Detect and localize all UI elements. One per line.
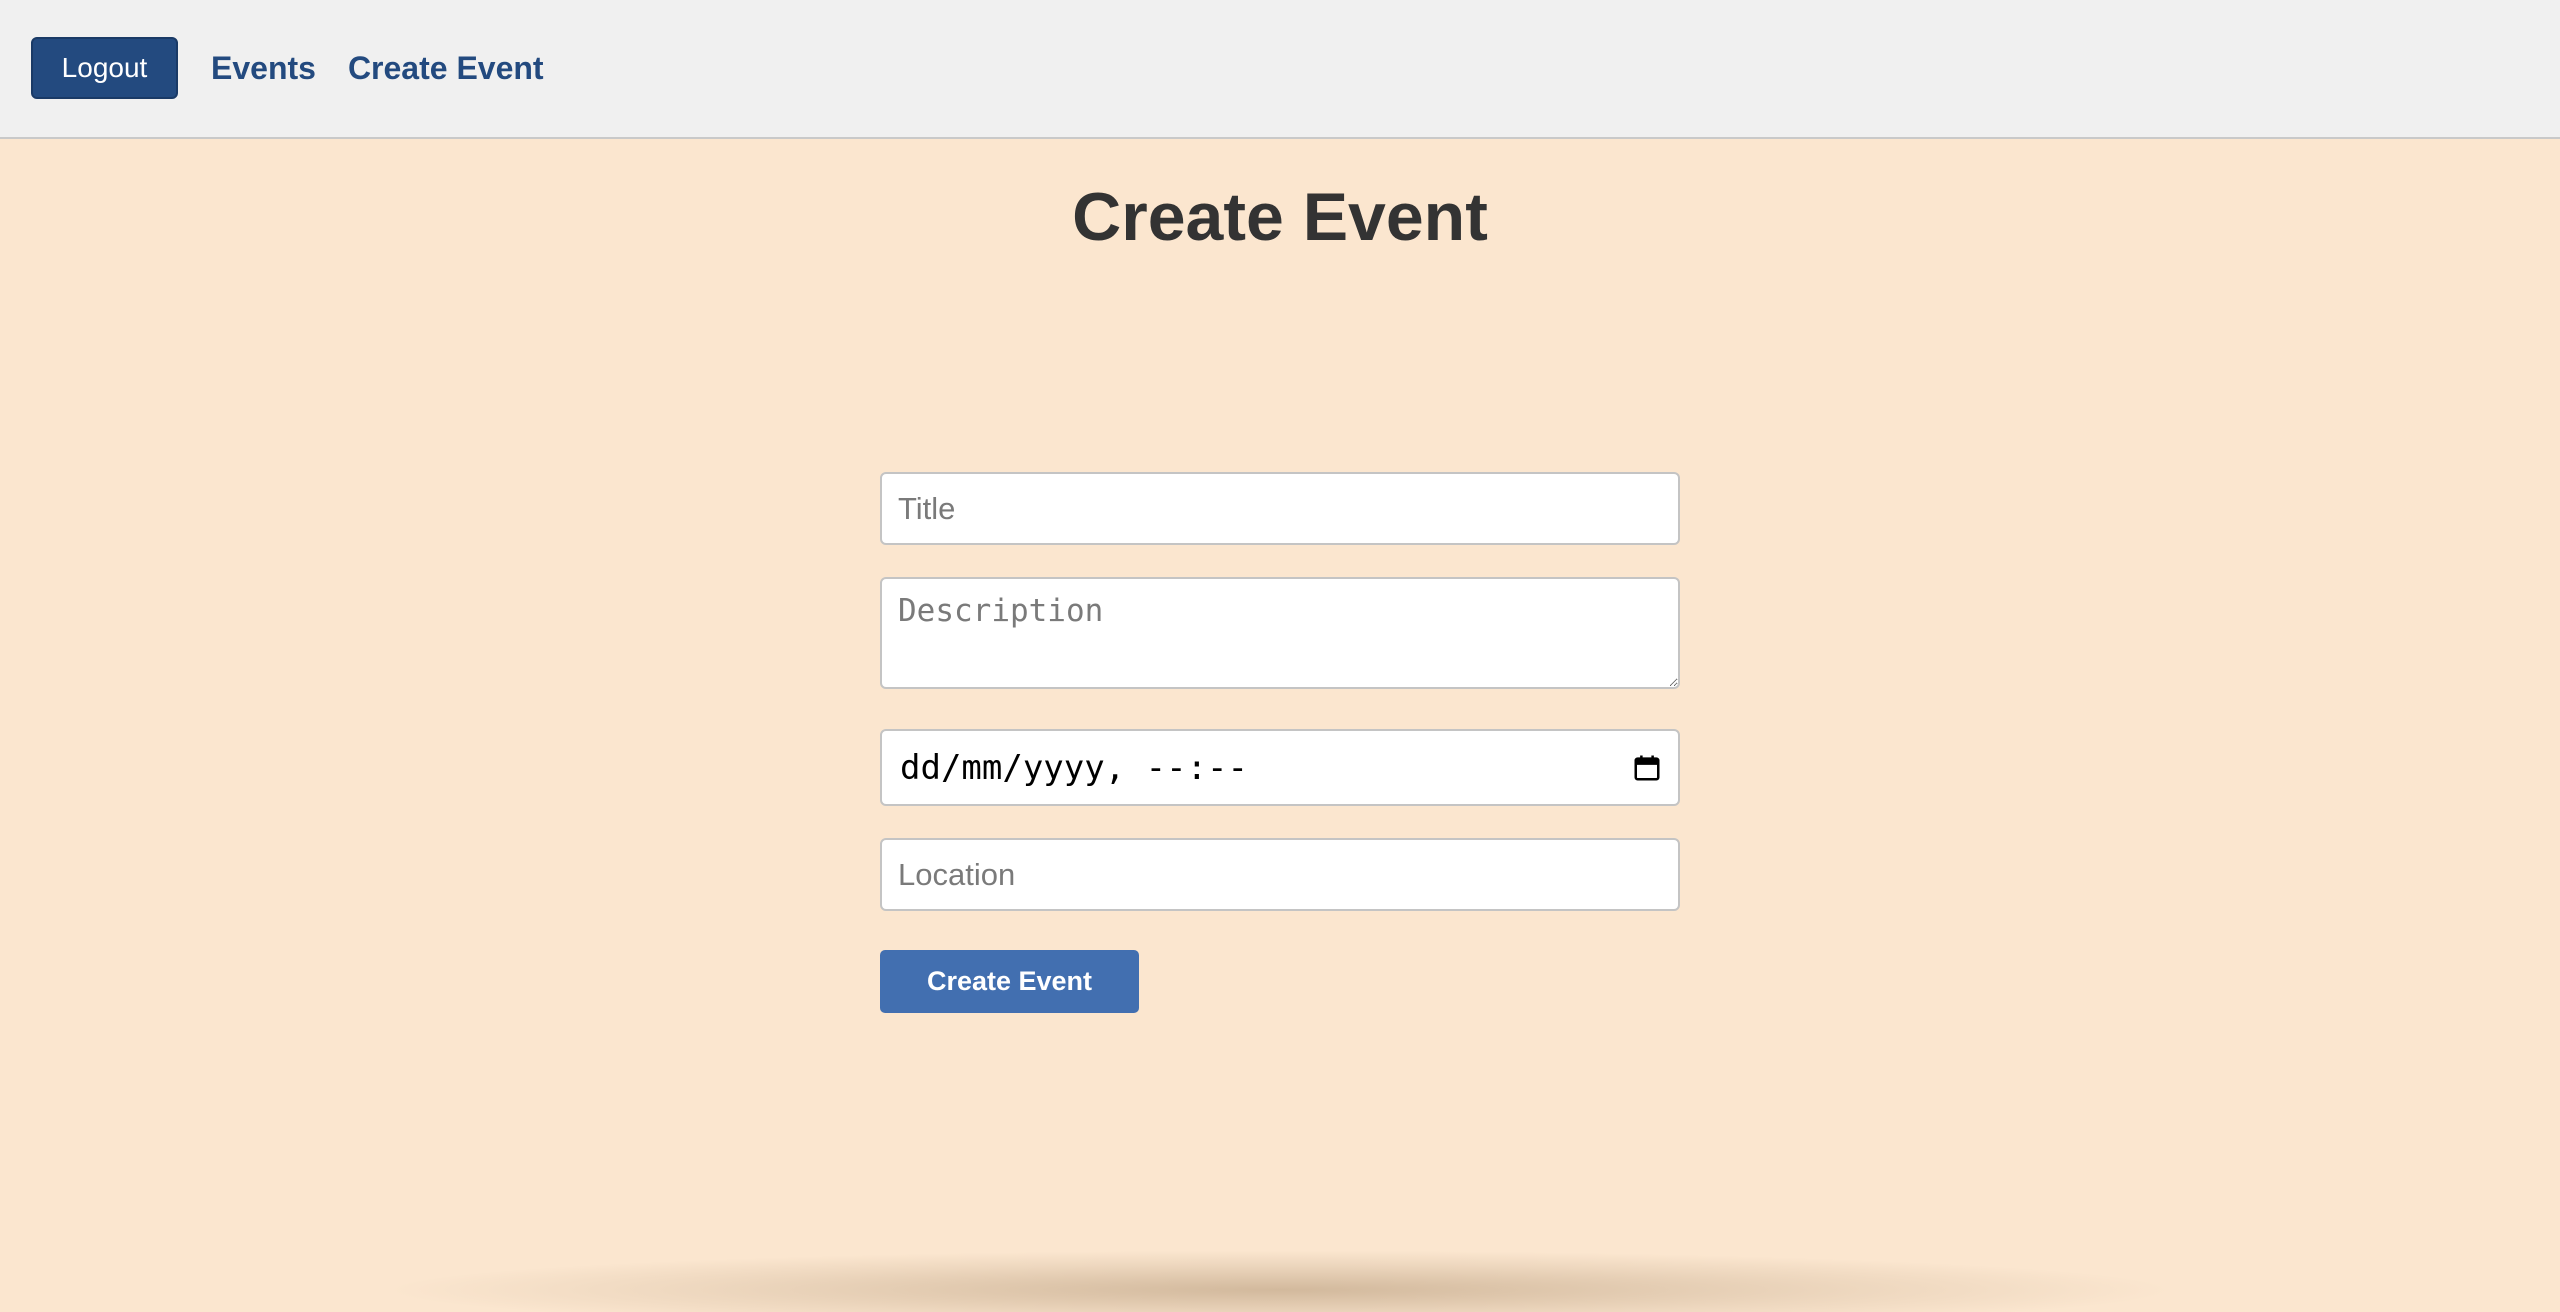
page-title: Create Event <box>1072 179 1488 255</box>
datetime-input[interactable]: dd/mm/yyyy, --:-- <box>880 729 1680 806</box>
location-input[interactable] <box>880 838 1680 911</box>
bottom-shadow <box>380 1250 2180 1312</box>
calendar-icon[interactable] <box>1632 753 1662 783</box>
title-input[interactable] <box>880 472 1680 545</box>
top-navbar: Logout Events Create Event <box>0 0 2560 139</box>
description-textarea[interactable] <box>880 577 1680 689</box>
logout-button[interactable]: Logout <box>31 36 178 99</box>
create-event-submit-button[interactable]: Create Event <box>880 950 1139 1013</box>
nav-link-create-event[interactable]: Create Event <box>348 50 544 87</box>
datetime-placeholder: dd/mm/yyyy, --:-- <box>900 747 1248 788</box>
nav-link-events[interactable]: Events <box>211 50 316 87</box>
